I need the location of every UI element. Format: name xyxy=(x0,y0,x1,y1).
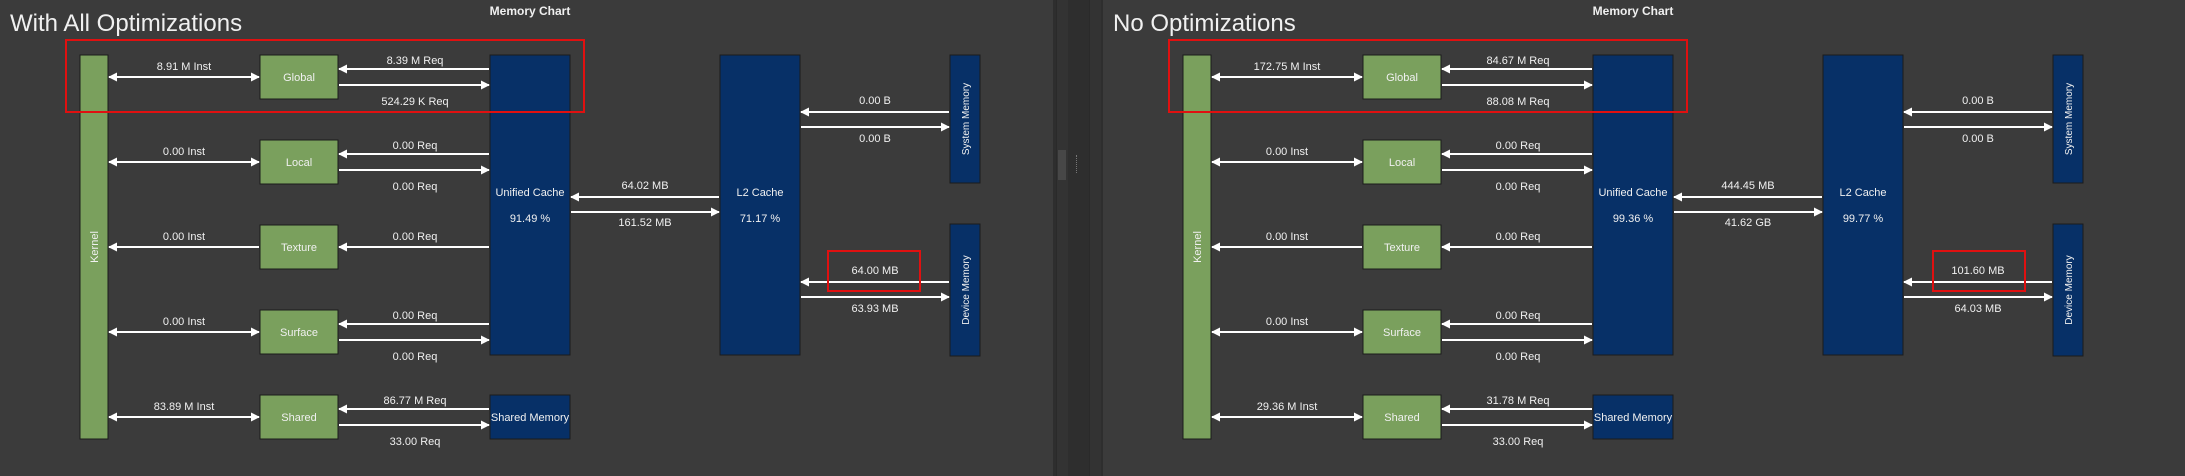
panel-title: Memory Chart xyxy=(490,4,571,18)
unified-cache-box[interactable] xyxy=(1592,54,1674,356)
panel-title: Memory Chart xyxy=(1593,4,1674,18)
shared-req-out: 33.00 Req xyxy=(390,436,441,448)
uc-l2-write-value: 161.52 MB xyxy=(618,217,671,229)
device-memory-label: Device Memory xyxy=(961,255,972,324)
global-label: Global xyxy=(1386,72,1418,84)
global-req-out: 524.29 K Req xyxy=(381,96,448,108)
shared-inst-count: 83.89 M Inst xyxy=(154,401,215,413)
global-inst-count: 8.91 M Inst xyxy=(157,61,211,73)
local-inst-count: 0.00 Inst xyxy=(163,146,205,158)
system-memory-label: System Memory xyxy=(2064,83,2075,155)
shared-memory-label: Shared Memory xyxy=(1594,412,1673,424)
surface-req-in: 0.00 Req xyxy=(1496,310,1541,322)
global-inst-count: 172.75 M Inst xyxy=(1254,61,1321,73)
overlay-label: With All Optimizations xyxy=(10,10,242,37)
l2-cache-hit-rate: 99.77 % xyxy=(1843,213,1884,225)
devmem-write-value: 64.03 MB xyxy=(1954,303,2001,315)
surface-label: Surface xyxy=(280,327,318,339)
shared-label: Shared xyxy=(1384,412,1419,424)
unified-cache-hit-rate: 99.36 % xyxy=(1613,213,1654,225)
local-req-out: 0.00 Req xyxy=(1496,181,1541,193)
l2-cache-box[interactable] xyxy=(1822,54,1904,356)
sysmem-read-value: 0.00 B xyxy=(859,95,891,107)
surface-req-out: 0.00 Req xyxy=(1496,351,1541,363)
devmem-read-value: 101.60 MB xyxy=(1951,265,2004,277)
shared-req-in: 86.77 M Req xyxy=(384,395,447,407)
local-req-in: 0.00 Req xyxy=(393,140,438,152)
shared-req-in: 31.78 M Req xyxy=(1487,395,1550,407)
sysmem-write-value: 0.00 B xyxy=(859,133,891,145)
local-req-in: 0.00 Req xyxy=(1496,140,1541,152)
shared-inst-count: 29.36 M Inst xyxy=(1257,401,1318,413)
overlay-label: No Optimizations xyxy=(1113,10,1296,37)
local-inst-count: 0.00 Inst xyxy=(1266,146,1308,158)
local-req-out: 0.00 Req xyxy=(393,181,438,193)
local-label: Local xyxy=(1389,157,1415,169)
sysmem-write-value: 0.00 B xyxy=(1962,133,1994,145)
unified-cache-label: Unified Cache xyxy=(1598,187,1667,199)
global-req-out: 88.08 M Req xyxy=(1487,96,1550,108)
system-memory-label: System Memory xyxy=(961,83,972,155)
devmem-read-value: 64.00 MB xyxy=(851,265,898,277)
texture-inst-count: 0.00 Inst xyxy=(163,231,205,243)
l2-cache-hit-rate: 71.17 % xyxy=(740,213,781,225)
surface-req-in: 0.00 Req xyxy=(393,310,438,322)
texture-req-in: 0.00 Req xyxy=(1496,231,1541,243)
kernel-label: Kernel xyxy=(1192,231,1204,263)
global-req-in: 8.39 M Req xyxy=(387,55,444,67)
devmem-write-value: 63.93 MB xyxy=(851,303,898,315)
texture-req-in: 0.00 Req xyxy=(393,231,438,243)
uc-l2-read-value: 64.02 MB xyxy=(621,180,668,192)
surface-inst-count: 0.00 Inst xyxy=(163,316,205,328)
surface-req-out: 0.00 Req xyxy=(393,351,438,363)
unified-cache-box[interactable] xyxy=(489,54,571,356)
sysmem-read-value: 0.00 B xyxy=(1962,95,1994,107)
uc-l2-read-value: 444.45 MB xyxy=(1721,180,1774,192)
l2-cache-box[interactable] xyxy=(719,54,801,356)
texture-label: Texture xyxy=(281,242,317,254)
local-label: Local xyxy=(286,157,312,169)
shared-label: Shared xyxy=(281,412,316,424)
uc-l2-write-value: 41.62 GB xyxy=(1725,217,1771,229)
l2-cache-label: L2 Cache xyxy=(1839,187,1886,199)
surface-label: Surface xyxy=(1383,327,1421,339)
unified-cache-hit-rate: 91.49 % xyxy=(510,213,551,225)
surface-inst-count: 0.00 Inst xyxy=(1266,316,1308,328)
texture-label: Texture xyxy=(1384,242,1420,254)
texture-inst-count: 0.00 Inst xyxy=(1266,231,1308,243)
kernel-label: Kernel xyxy=(89,231,101,263)
l2-cache-label: L2 Cache xyxy=(736,187,783,199)
unified-cache-label: Unified Cache xyxy=(495,187,564,199)
device-memory-label: Device Memory xyxy=(2064,255,2075,324)
global-label: Global xyxy=(283,72,315,84)
shared-memory-label: Shared Memory xyxy=(491,412,570,424)
global-req-in: 84.67 M Req xyxy=(1487,55,1550,67)
shared-req-out: 33.00 Req xyxy=(1493,436,1544,448)
